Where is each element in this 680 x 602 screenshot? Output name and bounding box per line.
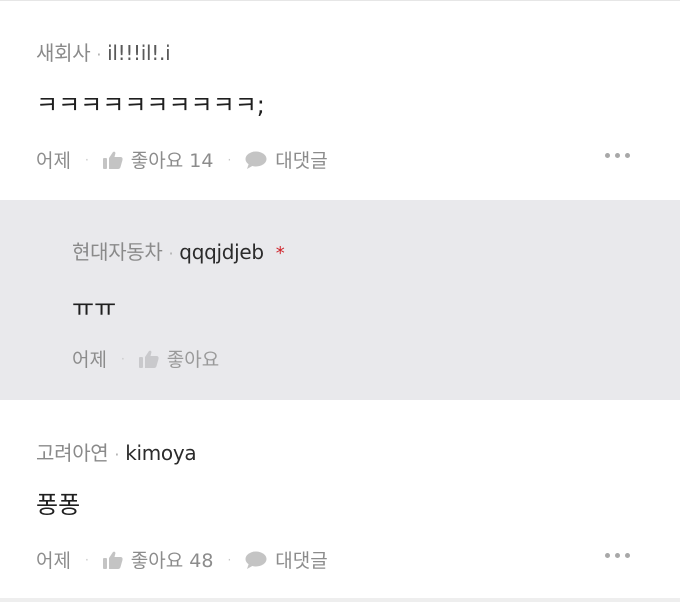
comment-author: 고려아연 · kimoya <box>36 437 197 466</box>
thumbs-up-icon <box>102 151 123 169</box>
comment-text: ㅋㅋㅋㅋㅋㅋㅋㅋㅋㅋ; <box>36 91 265 119</box>
action-separator: · <box>84 552 89 567</box>
more-dots-icon[interactable] <box>605 153 630 158</box>
comment-item: 새회사 · il!!!il!.i ㅋㅋㅋㅋㅋㅋㅋㅋㅋㅋ; 어제 · 좋아요 14… <box>0 1 680 200</box>
speech-bubble-icon <box>245 151 267 169</box>
author-nickname[interactable]: qqqjdjeb <box>179 240 264 264</box>
more-dots-icon[interactable] <box>605 553 630 558</box>
author-company[interactable]: 새회사 <box>36 37 91 66</box>
reply-label: 대댓글 <box>275 550 328 572</box>
author-badge: * <box>275 243 285 264</box>
like-label: 좋아요 14 <box>130 150 214 172</box>
author-nickname[interactable]: il!!!il!.i <box>107 41 171 65</box>
action-separator: · <box>84 152 89 167</box>
meta-separator: · <box>96 45 102 64</box>
meta-separator: · <box>114 445 120 464</box>
reply-button[interactable]: 대댓글 <box>245 546 328 573</box>
comment-time: 어제 <box>36 150 71 172</box>
comment-actions: 어제 · 좋아요 14 · 대댓글 <box>36 146 328 173</box>
speech-bubble-icon <box>245 551 267 569</box>
comment-author: 새회사 · il!!!il!.i <box>36 37 171 66</box>
comment-actions: 어제 · 좋아요 <box>72 345 219 372</box>
action-separator: · <box>120 351 125 366</box>
comment-time: 어제 <box>36 550 71 572</box>
meta-separator: · <box>168 244 174 263</box>
comment-text: ㅠㅠ <box>72 294 117 322</box>
comment-actions: 어제 · 좋아요 48 · 대댓글 <box>36 546 328 573</box>
like-label: 좋아요 48 <box>130 550 214 572</box>
author-company[interactable]: 현대자동차 <box>72 236 163 265</box>
author-company[interactable]: 고려아연 <box>36 437 109 466</box>
like-label: 좋아요 <box>166 349 220 371</box>
thumbs-up-icon <box>102 551 123 569</box>
like-button[interactable]: 좋아요 <box>138 345 220 372</box>
like-button[interactable]: 좋아요 14 <box>102 146 214 173</box>
author-nickname[interactable]: kimoya <box>125 441 196 465</box>
comment-thread: 새회사 · il!!!il!.i ㅋㅋㅋㅋㅋㅋㅋㅋㅋㅋ; 어제 · 좋아요 14… <box>0 0 680 602</box>
reply-item: 현대자동차 · qqqjdjeb * ㅠㅠ 어제 · 좋아요 <box>0 200 680 400</box>
comment-item: 고려아연 · kimoya 퐁퐁 어제 · 좋아요 48 · 대댓글 <box>0 401 680 598</box>
divider <box>0 598 680 602</box>
reply-button[interactable]: 대댓글 <box>245 146 328 173</box>
comment-text: 퐁퐁 <box>36 491 81 519</box>
thumbs-up-icon <box>138 350 159 368</box>
reply-label: 대댓글 <box>275 150 328 172</box>
comment-author: 현대자동차 · qqqjdjeb * <box>72 236 285 265</box>
like-button[interactable]: 좋아요 48 <box>102 546 214 573</box>
action-separator: · <box>227 152 232 167</box>
action-separator: · <box>227 552 232 567</box>
comment-time: 어제 <box>72 349 107 371</box>
